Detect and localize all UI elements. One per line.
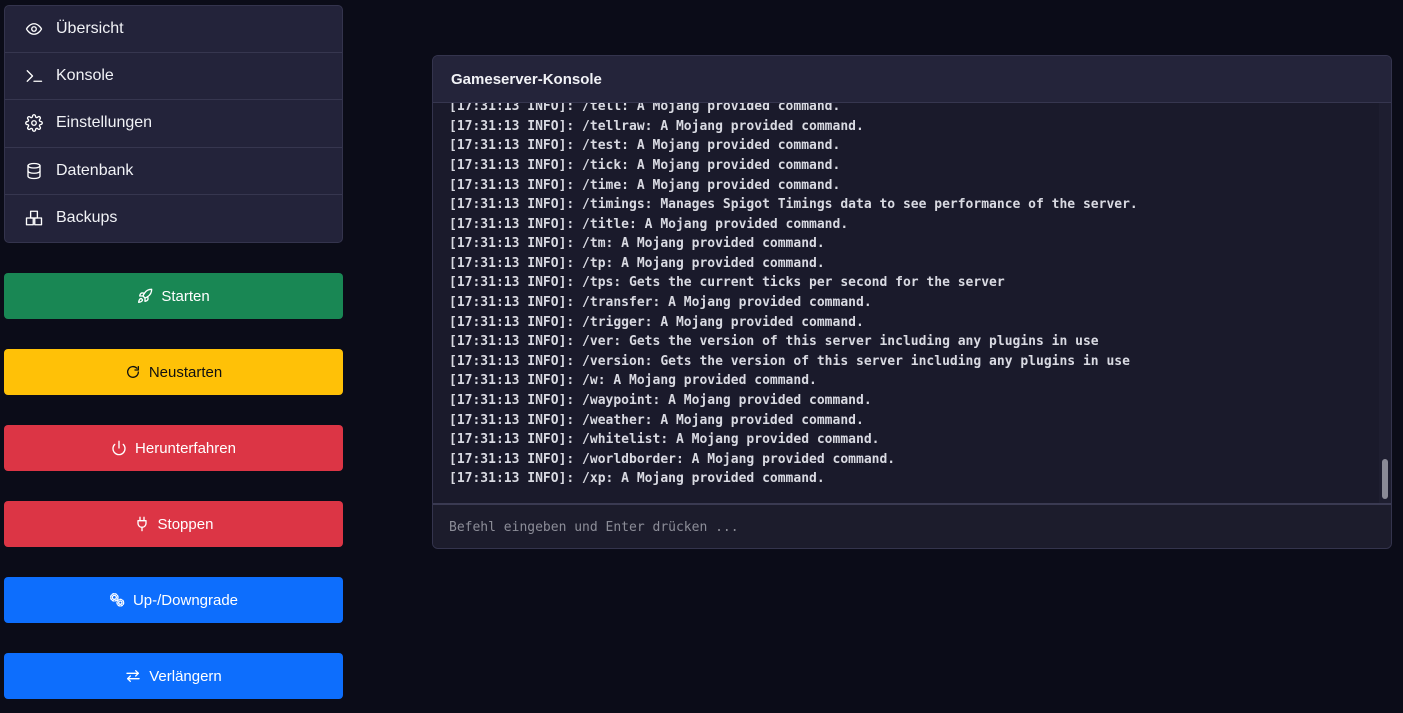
console-output[interactable]: [17:31:13 INFO]: /tell: A Mojang provide… <box>433 103 1391 503</box>
console-line: [17:31:13 INFO]: /tell: A Mojang provide… <box>449 103 841 115</box>
start-button[interactable]: Starten <box>4 273 343 319</box>
shutdown-button-label: Herunterfahren <box>135 439 236 457</box>
console-line: [17:31:13 INFO]: /tellraw: A Mojang prov… <box>449 118 864 134</box>
console-line: [17:31:13 INFO]: /ver: Gets the version … <box>449 334 1099 350</box>
console-panel: Gameserver-Konsole [17:31:13 INFO]: /tel… <box>432 55 1392 549</box>
console-log: [17:31:13 INFO]: /tell: A Mojang provide… <box>449 103 1369 489</box>
sidebar-item-settings[interactable]: Einstellungen <box>5 100 342 148</box>
restart-icon <box>126 365 139 378</box>
sidebar-item-overview[interactable]: Übersicht <box>5 6 342 54</box>
console-line: [17:31:13 INFO]: /whitelist: A Mojang pr… <box>449 432 880 448</box>
upgrade-button[interactable]: Up-/Downgrade <box>4 577 343 623</box>
sidebar-item-label: Einstellungen <box>56 114 153 132</box>
scrollbar-thumb[interactable] <box>1382 459 1388 499</box>
console-line: [17:31:13 INFO]: /tps: Gets the current … <box>449 275 1005 291</box>
console-line: [17:31:13 INFO]: /weather: A Mojang prov… <box>449 412 864 428</box>
shutdown-button[interactable]: Herunterfahren <box>4 425 343 471</box>
console-scrollbar[interactable] <box>1379 103 1391 503</box>
sidebar-item-backups[interactable]: Backups <box>5 195 342 242</box>
sidebar-nav: Übersicht Konsole Einstellungen Datenban… <box>4 5 343 243</box>
upgrade-button-label: Up-/Downgrade <box>132 591 239 609</box>
sidebar-item-label: Datenbank <box>56 161 134 179</box>
sidebar-item-label: Übersicht <box>56 20 124 38</box>
start-button-label: Starten <box>161 287 210 305</box>
gears-icon <box>109 593 125 607</box>
console-line: [17:31:13 INFO]: /transfer: A Mojang pro… <box>449 295 872 311</box>
console-line: [17:31:13 INFO]: /tick: A Mojang provide… <box>449 157 841 173</box>
database-icon <box>24 161 44 181</box>
console-input-area <box>433 503 1391 548</box>
console-line: [17:31:13 INFO]: /test: A Mojang provide… <box>449 138 841 154</box>
sidebar-item-label: Konsole <box>56 67 114 85</box>
console-line: [17:31:13 INFO]: /trigger: A Mojang prov… <box>449 314 864 330</box>
restart-button[interactable]: Neustarten <box>4 349 343 395</box>
console-line: [17:31:13 INFO]: /tm: A Mojang provided … <box>449 236 825 252</box>
sidebar-item-label: Backups <box>56 209 118 227</box>
console-line: [17:31:13 INFO]: /title: A Mojang provid… <box>449 216 849 232</box>
plug-icon <box>136 516 147 532</box>
console-line: [17:31:13 INFO]: /xp: A Mojang provided … <box>449 471 825 487</box>
terminal-icon <box>24 66 44 86</box>
console-title: Gameserver-Konsole <box>433 56 1391 103</box>
console-line: [17:31:13 INFO]: /time: A Mojang provide… <box>449 177 841 193</box>
sidebar-item-database[interactable]: Datenbank <box>5 148 342 195</box>
console-line: [17:31:13 INFO]: /timings: Manages Spigo… <box>449 197 1138 213</box>
command-input[interactable] <box>433 505 1391 548</box>
gear-icon <box>24 113 44 133</box>
console-line: [17:31:13 INFO]: /tp: A Mojang provided … <box>449 255 825 271</box>
boxes-icon <box>24 208 44 228</box>
extend-button[interactable]: Verlängern <box>4 653 343 699</box>
stop-button-label: Stoppen <box>157 515 214 533</box>
console-line: [17:31:13 INFO]: /w: A Mojang provided c… <box>449 373 817 389</box>
extend-button-label: Verlängern <box>149 667 222 685</box>
sidebar-item-console[interactable]: Konsole <box>5 53 342 101</box>
stop-button[interactable]: Stoppen <box>4 501 343 547</box>
eye-icon <box>24 19 44 39</box>
console-line: [17:31:13 INFO]: /worldborder: A Mojang … <box>449 451 896 467</box>
console-line: [17:31:13 INFO]: /version: Gets the vers… <box>449 353 1130 369</box>
rocket-icon <box>138 288 153 303</box>
arrows-exchange-icon <box>126 670 140 682</box>
power-icon <box>112 440 126 456</box>
restart-button-label: Neustarten <box>148 363 223 381</box>
console-line: [17:31:13 INFO]: /waypoint: A Mojang pro… <box>449 393 872 409</box>
